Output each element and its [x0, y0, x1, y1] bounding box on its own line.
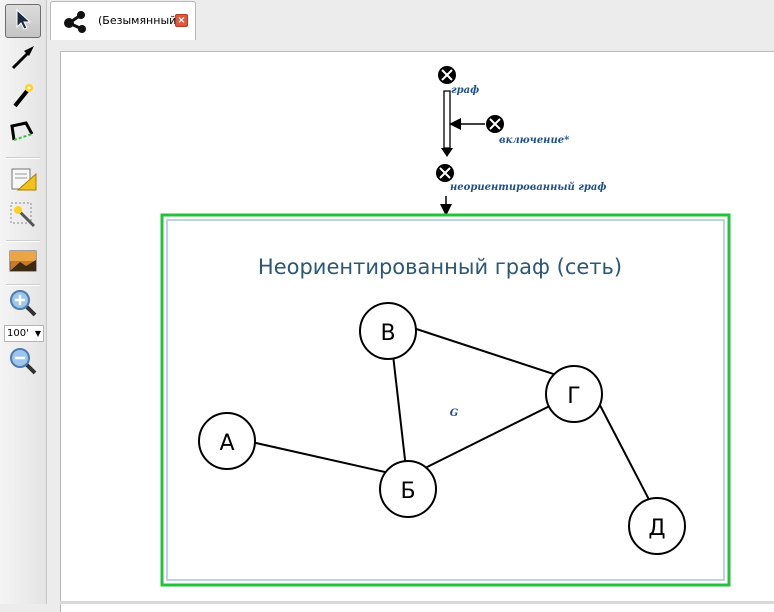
- zoom-level-select[interactable]: 100' ▼: [4, 325, 44, 342]
- sparkle-select-icon: [8, 200, 38, 234]
- zoom-in-icon: [8, 288, 38, 322]
- select-tool-button[interactable]: [5, 4, 41, 38]
- zoom-level-value: 100': [7, 328, 29, 339]
- document-ruler-icon: [8, 164, 38, 198]
- close-icon[interactable]: ×: [175, 14, 188, 27]
- wand-select-tool-button[interactable]: [5, 200, 41, 234]
- arrow-tool-button[interactable]: [5, 42, 41, 76]
- inclusion-relation-arrow[interactable]: [441, 90, 453, 157]
- graph-label-g: G: [450, 408, 459, 419]
- concept-node-undirected-graph[interactable]: [436, 164, 454, 182]
- label-undirected-graph: неориентированный граф: [450, 182, 606, 193]
- vertex-d-label: Д: [648, 516, 665, 541]
- vertex-b[interactable]: Б: [379, 460, 437, 518]
- connector-icon: [8, 118, 38, 152]
- document-tool-button[interactable]: [5, 164, 41, 198]
- zoom-out-icon: [8, 346, 38, 380]
- landscape-image-icon: [8, 248, 38, 278]
- tab-untitled[interactable]: (Безымянный) ×: [50, 1, 196, 40]
- tab-title: (Безымянный): [98, 14, 181, 27]
- toolbar: 100' ▼: [0, 0, 47, 604]
- label-graph: граф: [451, 85, 479, 96]
- magic-wand-tool-button[interactable]: [5, 80, 41, 114]
- diagram-canvas[interactable]: граф включение* неориентированный граф Н…: [60, 51, 774, 612]
- connector-tool-button[interactable]: [5, 118, 41, 152]
- frame-title: Неориентированный граф (сеть): [258, 255, 622, 279]
- workspace: граф включение* неориентированный граф Н…: [47, 40, 774, 612]
- vertex-a-label: А: [219, 431, 234, 456]
- concept-node-graph[interactable]: [438, 66, 456, 84]
- vertex-b-label: Б: [400, 479, 415, 504]
- vertex-g[interactable]: Г: [545, 365, 603, 423]
- concept-node-inclusion[interactable]: [486, 115, 504, 133]
- vertex-g-label: Г: [567, 384, 580, 409]
- vertex-v[interactable]: В: [359, 302, 417, 360]
- label-inclusion: включение*: [499, 135, 570, 146]
- zoom-out-button[interactable]: [5, 346, 41, 380]
- vertex-d[interactable]: Д: [628, 497, 686, 555]
- zoom-in-button[interactable]: [5, 288, 41, 322]
- image-tool-button[interactable]: [5, 246, 41, 280]
- vertex-v-label: В: [380, 321, 395, 346]
- chevron-down-icon: ▼: [34, 329, 41, 338]
- tab-bar: (Безымянный) ×: [47, 0, 774, 41]
- arrow-icon: [9, 43, 37, 75]
- diagram: граф включение* неориентированный граф Н…: [160, 66, 731, 587]
- graph-nodes-icon: [61, 7, 89, 39]
- cursor-icon: [11, 7, 35, 35]
- vertex-a[interactable]: А: [198, 412, 256, 470]
- magic-wand-icon: [9, 81, 37, 113]
